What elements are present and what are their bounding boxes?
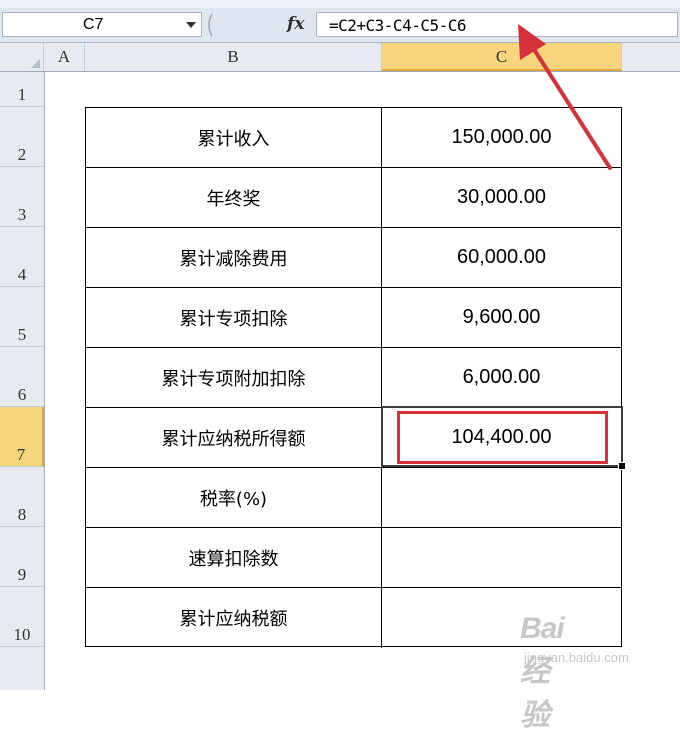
value-cell[interactable] <box>382 528 621 587</box>
watermark-logo: Bai经验 <box>520 612 565 732</box>
row-header-10[interactable]: 10 <box>0 587 44 647</box>
label-cell[interactable]: 累计应纳税所得额 <box>86 408 382 467</box>
value-cell[interactable] <box>382 468 621 527</box>
row-header-1[interactable]: 1 <box>0 72 44 107</box>
insert-function-icon[interactable]: fx <box>287 14 304 34</box>
value-cell[interactable] <box>382 588 621 648</box>
row-header-7[interactable]: 7 <box>0 407 44 467</box>
table-row: 累计专项扣除 9,600.00 <box>86 288 621 348</box>
table-row: 累计减除费用 60,000.00 <box>86 228 621 288</box>
column-header-row: A B C <box>0 43 680 72</box>
label-cell[interactable]: 累计应纳税额 <box>86 588 382 648</box>
table-row: 速算扣除数 <box>86 528 621 588</box>
formula-input[interactable]: =C2+C3-C4-C5-C6 <box>316 12 678 37</box>
tax-table: 累计收入 150,000.00 年终奖 30,000.00 累计减除费用 60,… <box>85 107 622 648</box>
row-header-8[interactable]: 8 <box>0 467 44 527</box>
value-cell[interactable]: 150,000.00 <box>382 108 621 167</box>
column-header-next[interactable] <box>622 43 680 71</box>
fill-handle[interactable] <box>618 462 626 470</box>
table-row: 累计收入 150,000.00 <box>86 108 621 168</box>
column-header-b[interactable]: B <box>85 43 382 71</box>
table-row: 年终奖 30,000.00 <box>86 168 621 228</box>
value-cell[interactable]: 6,000.00 <box>382 348 621 407</box>
column-header-a[interactable]: A <box>44 43 85 71</box>
row-header-2[interactable]: 2 <box>0 107 44 167</box>
label-cell[interactable]: 累计减除费用 <box>86 228 382 287</box>
column-header-c[interactable]: C <box>382 43 622 71</box>
label-cell[interactable]: 年终奖 <box>86 168 382 227</box>
value-cell[interactable]: 9,600.00 <box>382 288 621 347</box>
label-cell[interactable]: 税率(%) <box>86 468 382 527</box>
table-row: 累计专项附加扣除 6,000.00 <box>86 348 621 408</box>
name-box[interactable]: C7 <box>2 12 202 37</box>
row-header-5[interactable]: 5 <box>0 287 44 347</box>
row-header-4[interactable]: 4 <box>0 227 44 287</box>
label-cell[interactable]: 累计专项扣除 <box>86 288 382 347</box>
value-cell[interactable]: 60,000.00 <box>382 228 621 287</box>
select-all-icon <box>31 59 40 68</box>
formula-text: =C2+C3-C4-C5-C6 <box>329 16 467 35</box>
chevron-down-icon[interactable] <box>186 22 196 28</box>
splitter-handle-icon[interactable] <box>205 13 213 37</box>
watermark-url: jingyan.baidu.com <box>524 650 629 665</box>
row-header-3[interactable]: 3 <box>0 167 44 227</box>
annotation-highlight-box <box>397 411 608 464</box>
row-header-9[interactable]: 9 <box>0 527 44 587</box>
formula-bar: C7 fx =C2+C3-C4-C5-C6 <box>0 8 680 43</box>
select-all-corner[interactable] <box>0 43 44 71</box>
value-cell[interactable]: 30,000.00 <box>382 168 621 227</box>
row-header-column: 1 2 3 4 5 6 7 8 9 10 <box>0 72 45 690</box>
name-box-value: C7 <box>83 16 104 33</box>
row-header-6[interactable]: 6 <box>0 347 44 407</box>
label-cell[interactable]: 速算扣除数 <box>86 528 382 587</box>
table-row: 税率(%) <box>86 468 621 528</box>
label-cell[interactable]: 累计收入 <box>86 108 382 167</box>
label-cell[interactable]: 累计专项附加扣除 <box>86 348 382 407</box>
